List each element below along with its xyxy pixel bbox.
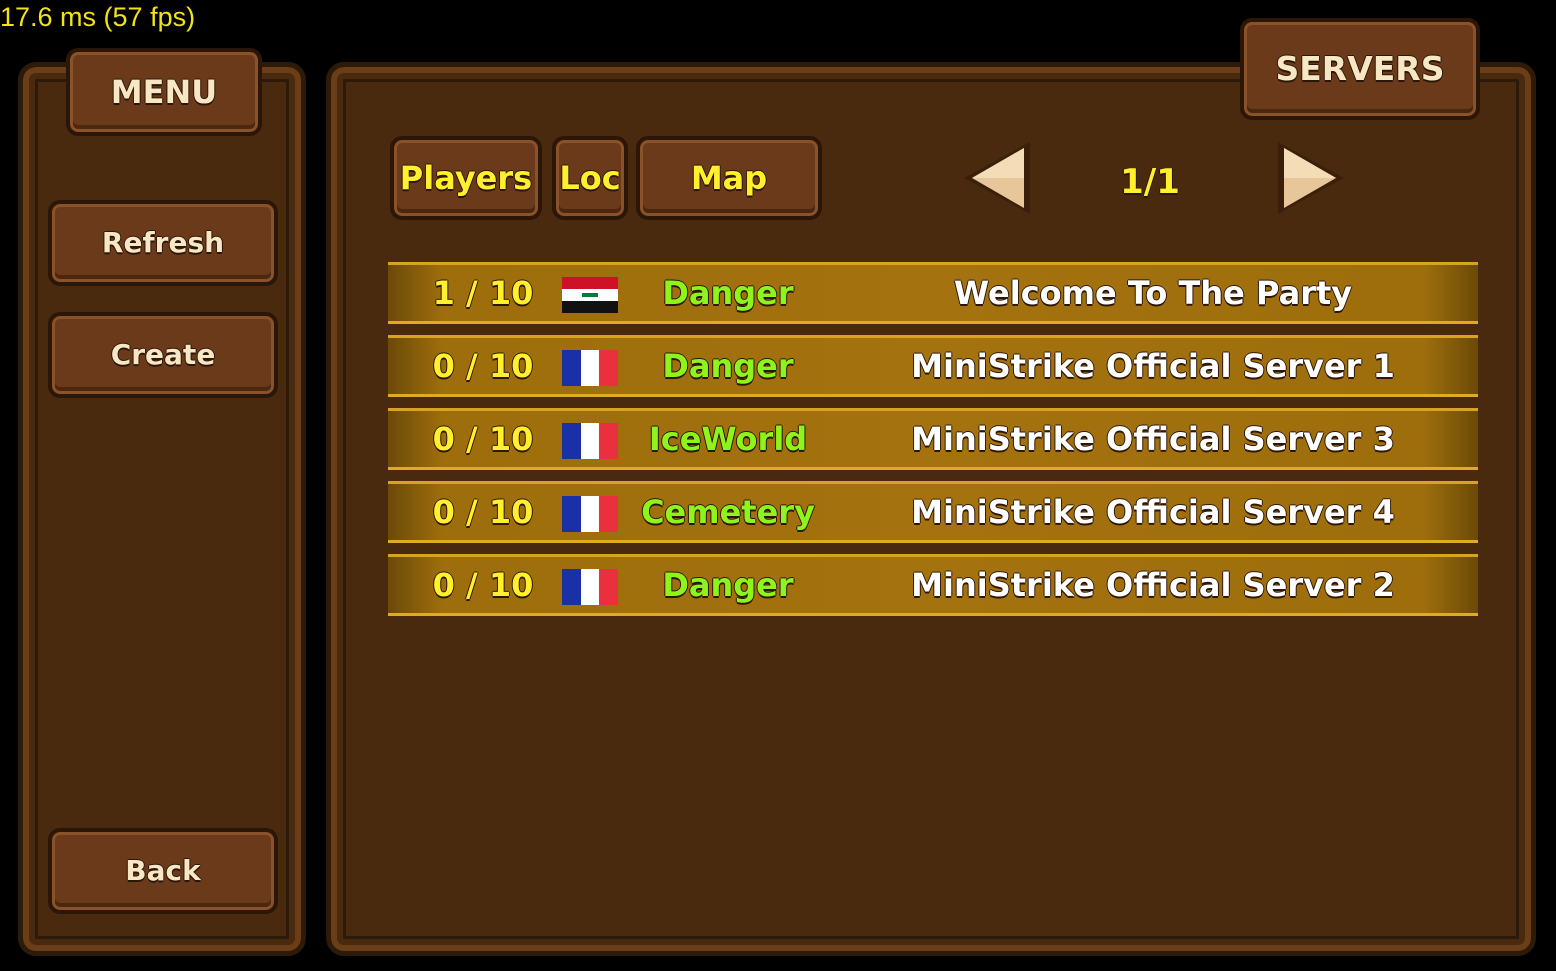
next-page-arrow-icon[interactable]: [1270, 136, 1350, 220]
sort-location-tab[interactable]: Loc: [552, 136, 628, 220]
server-name: MiniStrike Official Server 4: [911, 493, 1395, 531]
server-row[interactable]: 0 / 10 Danger MiniStrike Official Server…: [388, 554, 1478, 616]
player-count: 0 / 10: [432, 566, 534, 604]
page-indicator: 1/1: [1120, 162, 1180, 202]
map-name: IceWorld: [648, 420, 808, 458]
map-name: Danger: [662, 274, 794, 312]
back-button[interactable]: Back: [48, 828, 278, 914]
menu-title: MENU: [66, 48, 262, 136]
france-flag-icon: [562, 350, 618, 386]
server-row[interactable]: 0 / 10 Cemetery MiniStrike Official Serv…: [388, 481, 1478, 543]
map-name: Danger: [662, 566, 794, 604]
iraq-flag-icon: [562, 277, 618, 313]
sort-map-tab[interactable]: Map: [636, 136, 822, 220]
server-name: Welcome To The Party: [953, 274, 1353, 312]
player-count: 1 / 10: [432, 274, 534, 312]
previous-page-arrow-icon[interactable]: [958, 136, 1038, 220]
server-row[interactable]: 0 / 10 IceWorld MiniStrike Official Serv…: [388, 408, 1478, 470]
server-name: MiniStrike Official Server 1: [911, 347, 1395, 385]
refresh-button[interactable]: Refresh: [48, 200, 278, 286]
france-flag-icon: [562, 496, 618, 532]
player-count: 0 / 10: [432, 493, 534, 531]
server-row[interactable]: 1 / 10 Danger Welcome To The Party: [388, 262, 1478, 324]
server-name: MiniStrike Official Server 3: [911, 420, 1395, 458]
map-name: Cemetery: [641, 493, 815, 531]
france-flag-icon: [562, 423, 618, 459]
servers-title: SERVERS: [1240, 18, 1480, 120]
map-name: Danger: [662, 347, 794, 385]
sort-players-tab[interactable]: Players: [390, 136, 542, 220]
fps-counter: 17.6 ms (57 fps): [0, 2, 196, 32]
france-flag-icon: [562, 569, 618, 605]
menu-panel: [18, 62, 306, 956]
server-row[interactable]: 0 / 10 Danger MiniStrike Official Server…: [388, 335, 1478, 397]
player-count: 0 / 10: [432, 347, 534, 385]
player-count: 0 / 10: [432, 420, 534, 458]
create-button[interactable]: Create: [48, 312, 278, 398]
server-name: MiniStrike Official Server 2: [911, 566, 1395, 604]
